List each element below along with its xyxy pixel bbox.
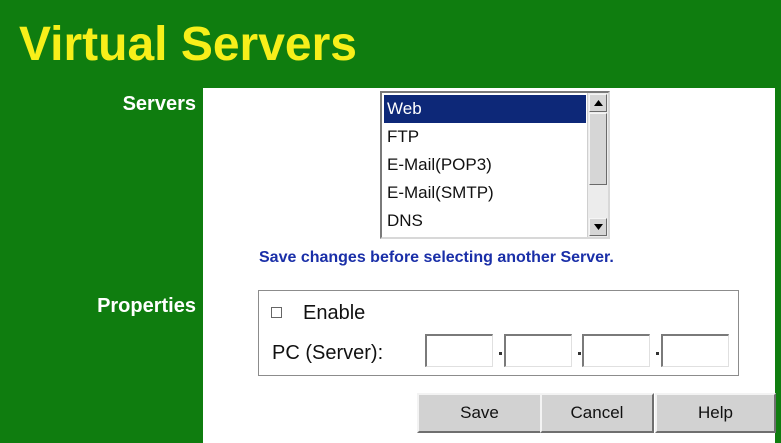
enable-label: Enable: [303, 302, 366, 324]
triangle-up-icon: [594, 100, 603, 106]
cancel-button[interactable]: Cancel: [540, 393, 654, 433]
list-item-ftp[interactable]: FTP: [384, 123, 586, 151]
properties-label: Properties: [97, 295, 196, 317]
scrollbar-thumb[interactable]: [589, 113, 607, 185]
ip-dot-3: [656, 352, 659, 355]
ip-dot-2: [578, 352, 581, 355]
listbox-scrollbar[interactable]: [587, 93, 608, 237]
enable-checkbox[interactable]: [271, 307, 282, 318]
page-title: Virtual Servers: [19, 18, 357, 71]
save-button[interactable]: Save: [417, 393, 542, 433]
help-button[interactable]: Help: [655, 393, 776, 433]
servers-list: Web FTP E-Mail(POP3) E-Mail(SMTP) DNS: [384, 95, 586, 235]
list-item-smtp[interactable]: E-Mail(SMTP): [384, 179, 586, 207]
ip-octet-1-input[interactable]: [425, 334, 493, 367]
ip-dot-1: [499, 352, 502, 355]
page-frame: Virtual Servers Servers Web FTP E-Mail(P…: [0, 0, 781, 443]
list-item-web[interactable]: Web: [384, 95, 586, 123]
ip-octet-4-input[interactable]: [661, 334, 729, 367]
scroll-down-button[interactable]: [589, 218, 607, 236]
servers-listbox[interactable]: Web FTP E-Mail(POP3) E-Mail(SMTP) DNS: [380, 91, 610, 239]
scroll-up-button[interactable]: [589, 94, 607, 112]
list-item-dns[interactable]: DNS: [384, 207, 586, 235]
list-item-pop3[interactable]: E-Mail(POP3): [384, 151, 586, 179]
right-edge-band: [775, 0, 781, 443]
ip-octet-3-input[interactable]: [582, 334, 650, 367]
save-changes-note: Save changes before selecting another Se…: [259, 249, 614, 266]
ip-octet-2-input[interactable]: [504, 334, 572, 367]
triangle-down-icon: [594, 224, 603, 230]
servers-label: Servers: [122, 93, 196, 115]
pc-server-label: PC (Server):: [272, 342, 384, 364]
